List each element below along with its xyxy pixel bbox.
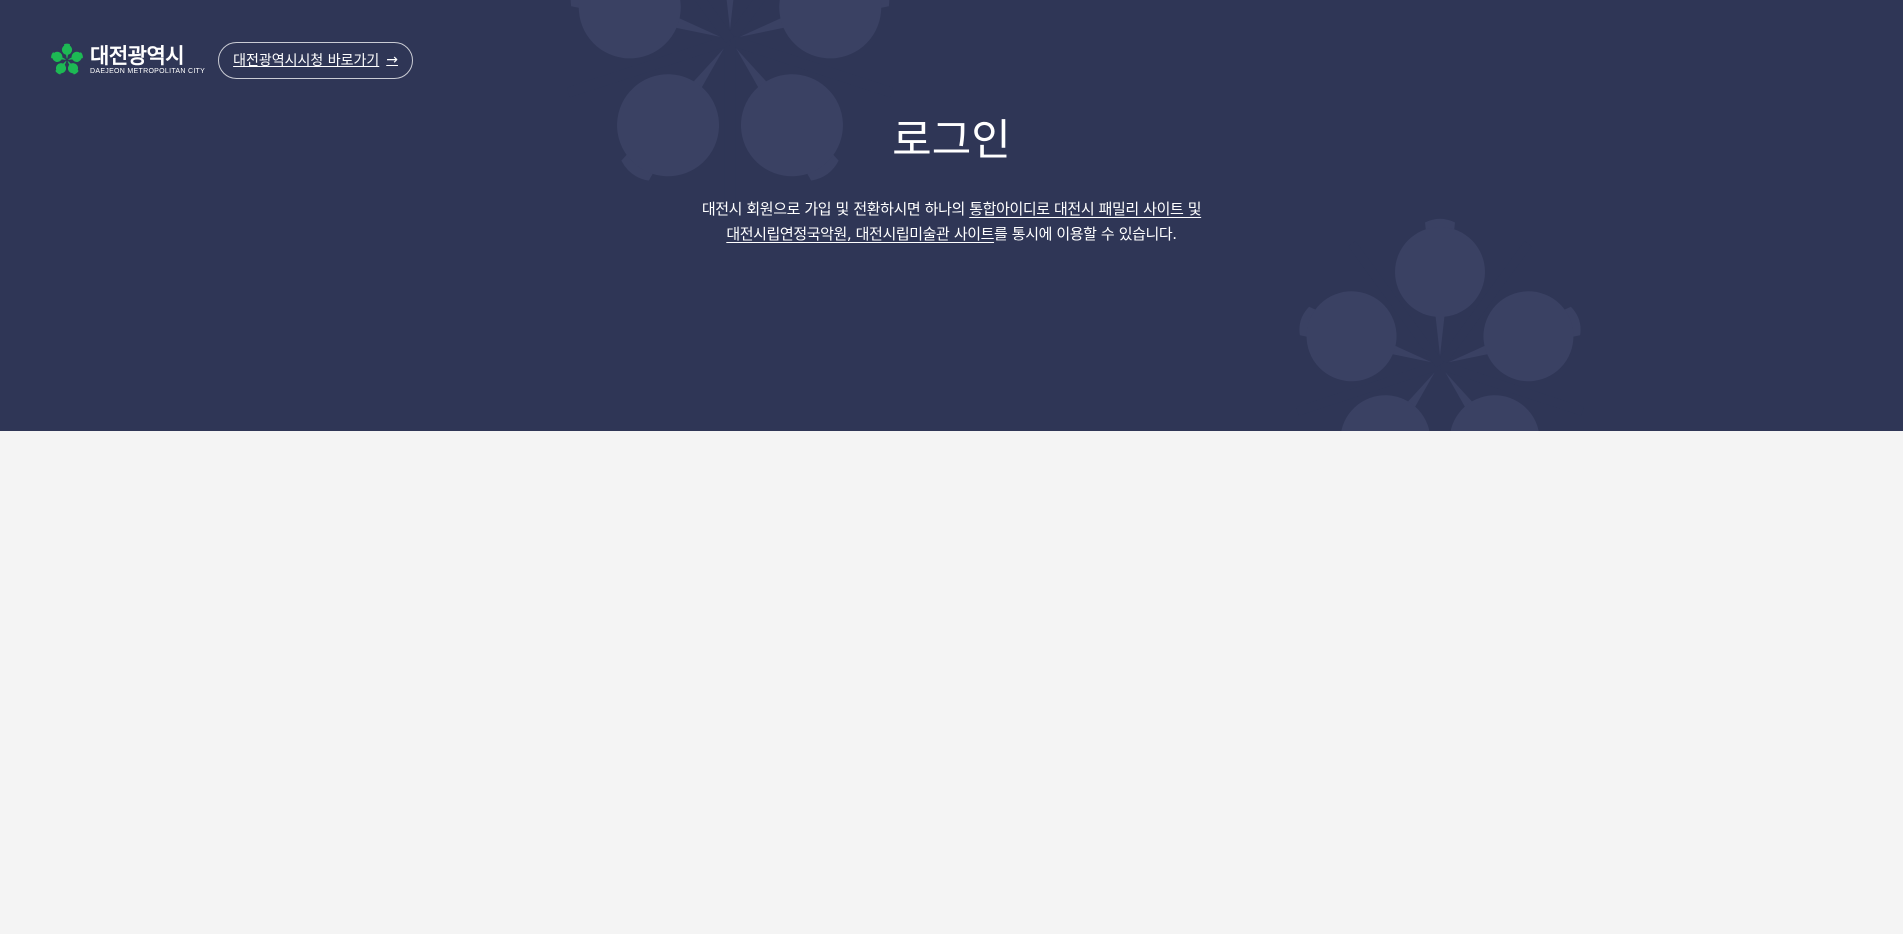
description-text-end: 를 통시에 이용할 수 있습니다.: [994, 225, 1177, 243]
city-hall-shortcut-button[interactable]: 대전광역시시청 바로가기 →: [218, 41, 413, 79]
daejeon-logo-link[interactable]: 대전광역시 DAEJEON METROPOLITAN CITY: [50, 40, 205, 80]
integrated-id-family-site-link[interactable]: 통합아이디로 대전시 패밀리 사이트 및: [969, 200, 1201, 218]
logo-text: 대전광역시 DAEJEON METROPOLITAN CITY: [90, 45, 205, 76]
header: 대전광역시 DAEJEON METROPOLITAN CITY 대전광역시시청 …: [50, 40, 413, 80]
flower-decoration-icon: [1295, 218, 1585, 431]
daejeon-logo-icon: [50, 43, 84, 77]
hero-banner: 대전광역시 DAEJEON METROPOLITAN CITY 대전광역시시청 …: [0, 0, 1903, 431]
login-description: 대전시 회원으로 가입 및 전환하시면 하나의 통합아이디로 대전시 패밀리 사…: [0, 197, 1903, 247]
arrow-right-icon: →: [386, 52, 398, 68]
logo-name-en: DAEJEON METROPOLITAN CITY: [90, 67, 206, 75]
logo-name-ko: 대전광역시: [90, 43, 185, 68]
city-hall-shortcut-label: 대전광역시시청 바로가기: [233, 53, 380, 69]
flower-decoration-icon: [566, 0, 894, 210]
description-text: 대전시 회원으로 가입 및 전환하시면 하나의: [701, 200, 970, 218]
page-title: 로그인: [892, 116, 1011, 166]
gugak-art-museum-sites-link[interactable]: 대전시립연정국악원, 대전시립미술관 사이트: [726, 225, 994, 243]
content-area: [0, 431, 1903, 934]
